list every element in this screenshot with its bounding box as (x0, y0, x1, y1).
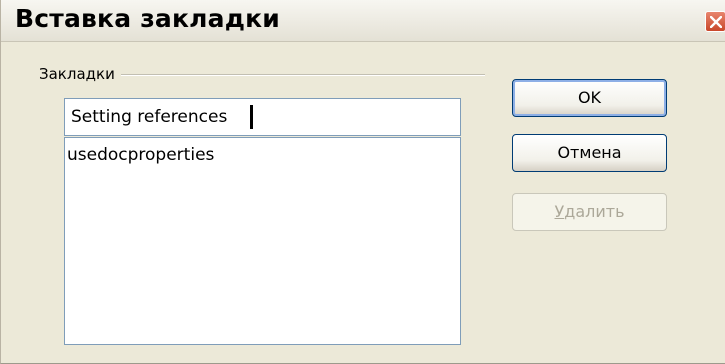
bookmarks-list[interactable]: usedocproperties (64, 137, 461, 345)
delete-button[interactable]: Удалить (512, 193, 667, 231)
insert-bookmark-dialog: Вставка закладки Закладки usedocproperti… (0, 0, 725, 364)
close-button[interactable] (705, 11, 725, 32)
text-caret (250, 105, 253, 129)
bookmarks-group-label: Закладки (39, 65, 121, 83)
close-icon (710, 16, 722, 28)
title-bar[interactable]: Вставка закладки (1, 0, 725, 42)
list-item[interactable]: usedocproperties (67, 145, 214, 165)
dialog-title: Вставка закладки (15, 4, 281, 33)
cancel-button[interactable]: Отмена (512, 134, 667, 172)
bookmark-name-input[interactable] (64, 98, 461, 136)
ok-button[interactable]: OK (512, 79, 667, 117)
